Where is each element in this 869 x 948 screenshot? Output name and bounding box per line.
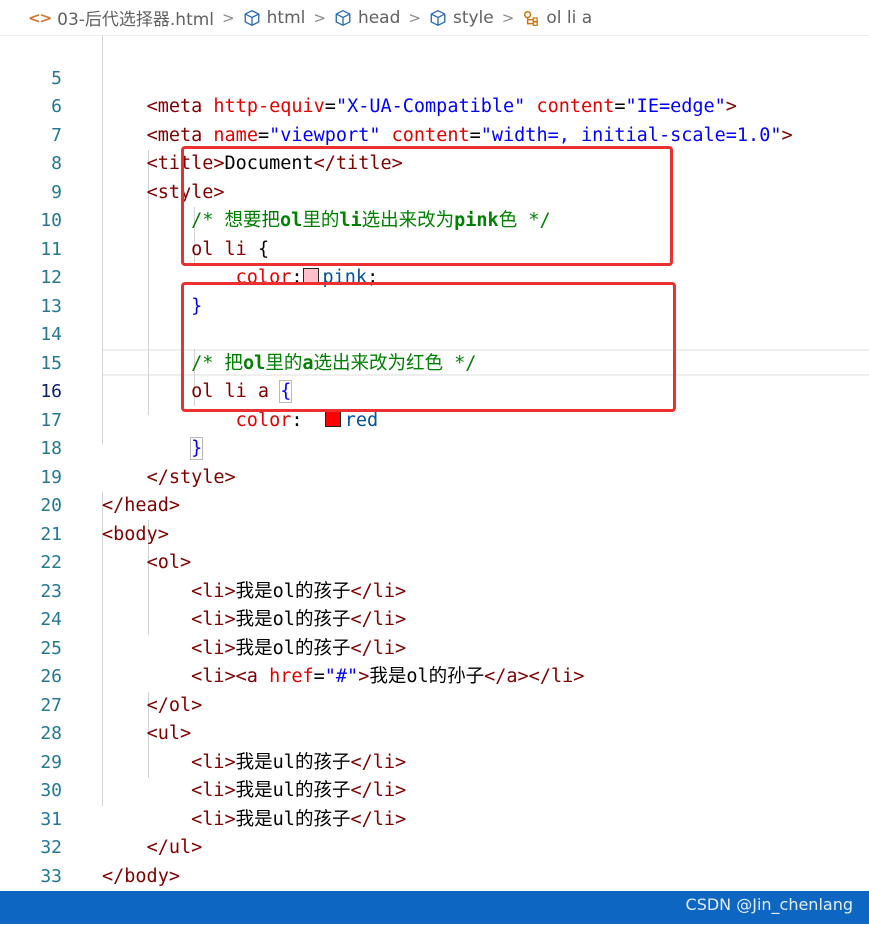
breadcrumb-html[interactable]: html — [243, 7, 306, 28]
code-line: 30 <li>我是ul的孩子</li> — [0, 749, 869, 830]
chevron-right-icon: > — [222, 8, 235, 27]
code-line: 6 <meta name="viewport" content="width=,… — [0, 65, 869, 146]
code-line: 5 <meta http-equiv="X-UA-Compatible" con… — [0, 36, 869, 118]
watermark: CSDN @Jin_chenlang — [685, 895, 853, 914]
breadcrumb-file-label: 03-后代选择器.html — [57, 10, 215, 30]
highlight-box-pink-rule — [181, 146, 673, 266]
code-line: 19 </head> — [0, 435, 869, 517]
breadcrumb-label: html — [266, 7, 306, 28]
cube-icon — [243, 9, 261, 27]
code-line: 24 <li>我是ol的孩子</li> — [0, 578, 869, 659]
code-line: 23 <li>我是ol的孩子</li> — [0, 549, 869, 631]
breadcrumb-selector[interactable]: ol li a — [522, 8, 592, 28]
breadcrumb-file[interactable]: <> 03-后代选择器.html — [28, 5, 215, 31]
breadcrumb: <> 03-后代选择器.html > html > head > style >… — [0, 0, 869, 36]
chevron-right-icon: > — [408, 8, 421, 27]
code-line: 28 <li>我是ul的孩子</li> — [0, 692, 869, 773]
code-line: 33 </html> — [0, 834, 869, 916]
breadcrumb-label: style — [452, 7, 494, 28]
cube-icon — [334, 9, 352, 27]
code-line: 7 <title>Document</title> — [0, 93, 869, 175]
breadcrumb-style[interactable]: style — [429, 8, 494, 28]
css-selector-icon — [522, 9, 540, 27]
breadcrumb-label: ol li a — [546, 7, 593, 28]
breadcrumb-label: head — [357, 7, 401, 28]
html-file-icon: <> — [28, 8, 52, 27]
line-code: </body> — [102, 865, 180, 887]
code-line: 26 </ol> — [0, 635, 869, 716]
code-line: 29 <li>我是ul的孩子</li> — [0, 720, 869, 802]
chevron-right-icon: > — [501, 8, 515, 27]
code-line: 27 <ul> — [0, 663, 869, 745]
code-line: 31 </ul> — [0, 777, 869, 859]
highlight-box-red-rule — [181, 282, 676, 412]
cube-icon — [429, 9, 447, 27]
code-line: 32 </body> — [0, 806, 869, 887]
code-line: 20 <body> — [0, 464, 869, 545]
code-line: 25 <li><a href="#">我是ol的孙子</a></li> — [0, 606, 869, 688]
line-number: 33 — [40, 865, 62, 887]
code-line: 21 <ol> — [0, 492, 869, 574]
breadcrumb-head[interactable]: head — [334, 8, 400, 28]
chevron-right-icon: > — [313, 8, 326, 27]
code-line: 22 <li>我是ol的孩子</li> — [0, 521, 869, 602]
code-editor[interactable]: 5 <meta http-equiv="X-UA-Compatible" con… — [0, 36, 869, 916]
status-bar: CSDN @Jin_chenlang — [0, 891, 869, 924]
